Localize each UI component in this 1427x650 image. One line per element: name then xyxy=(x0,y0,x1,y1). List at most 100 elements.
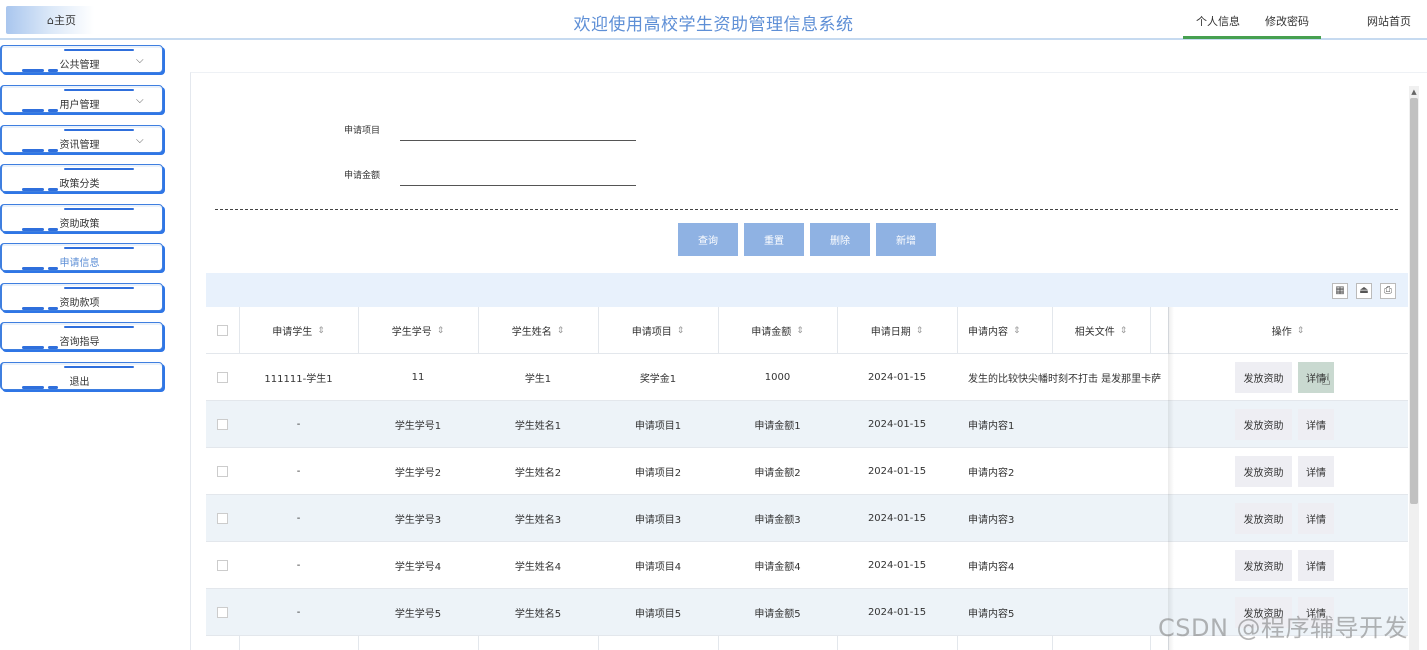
grant-aid-button[interactable]: 发放资助 xyxy=(1235,503,1292,534)
sidebar-item-consulting[interactable]: 咨询指导 xyxy=(0,322,163,350)
grant-aid-button[interactable]: 发放资助 xyxy=(1235,597,1292,628)
header-label: 学生姓名 xyxy=(511,327,552,338)
grant-aid-button[interactable]: 发放资助 xyxy=(1235,456,1292,487)
row-checkbox-cell xyxy=(206,589,239,636)
cell-col-date: 2024-01-15 xyxy=(867,419,927,430)
table-row[interactable]: - 学生学号2 学生姓名2 申请项目2 申请金额2 2024-01-15 申请内容2 发放资助… xyxy=(206,448,1408,495)
header-col-content[interactable]: 申请内容 ⇕ xyxy=(957,307,1052,354)
home-link[interactable]: ⌂主页 xyxy=(47,12,76,28)
menu-decoration xyxy=(64,208,134,210)
sort-icon[interactable]: ⇕ xyxy=(1297,326,1305,336)
table-row[interactable]: - 学生学号4 学生姓名4 申请项目4 申请金额4 2024-01-15 申请内容4 发放资助… xyxy=(206,542,1408,589)
row-checkbox[interactable] xyxy=(217,372,228,383)
sidebar-item-label: 资助政策 xyxy=(59,219,100,230)
detail-button[interactable]: 详情 xyxy=(1298,597,1334,628)
sidebar-item-aid-policy[interactable]: 资助政策 xyxy=(0,204,163,232)
sidebar-item-label: 公共管理 xyxy=(59,60,100,71)
header-col-student[interactable]: 申请学生 ⇕ xyxy=(239,307,358,354)
add-button[interactable]: 新增 xyxy=(876,223,936,256)
sort-icon[interactable]: ⇕ xyxy=(1120,326,1128,336)
row-checkbox-cell xyxy=(206,542,239,589)
sidebar-item-users[interactable]: 用户管理 ⌵ xyxy=(0,85,163,113)
cell-col-amount: 申请金额2 xyxy=(754,468,801,479)
top-nav-underline xyxy=(1183,36,1321,39)
apply-project-input[interactable] xyxy=(400,121,636,141)
apply-amount-label: 申请金额 xyxy=(344,171,381,181)
cell-col-date: 2024-01-15 xyxy=(867,466,927,477)
row-checkbox[interactable] xyxy=(217,607,228,618)
header-col-date[interactable]: 申请日期 ⇕ xyxy=(837,307,957,354)
table-row[interactable]: - 学生学号3 学生姓名3 申请项目3 申请金额3 2024-01-15 申请内容3 发放资助… xyxy=(206,495,1408,542)
cell-col-student-name: 学生1 xyxy=(524,374,552,385)
export-icon[interactable]: ⏏ xyxy=(1356,283,1372,299)
table-row[interactable]: - 学生学号1 学生姓名1 申请项目1 申请金额1 2024-01-15 申请内容1 发放资助… xyxy=(206,401,1408,448)
detail-button[interactable]: 详情 xyxy=(1298,409,1334,440)
menu-decoration xyxy=(64,287,134,289)
table-row[interactable]: - 学生学号5 学生姓名5 申请项目5 申请金额5 2024-01-15 申请内容5 发放资助… xyxy=(206,589,1408,636)
grant-aid-button[interactable]: 发放资助 xyxy=(1235,550,1292,581)
detail-button[interactable]: 详情 xyxy=(1298,456,1334,487)
header-col-amount[interactable]: 申请金额 ⇕ xyxy=(718,307,837,354)
cell-col-student-name: 学生姓名1 xyxy=(514,421,562,432)
row-checkbox[interactable] xyxy=(217,560,228,571)
cell-col-date: 2024-01-15 xyxy=(867,372,927,383)
sort-icon[interactable]: ⇕ xyxy=(1013,326,1021,336)
table-header: 申请学生 ⇕ 学生学号 ⇕ 学生姓名 ⇕ 申请项目 ⇕ 申请金额 ⇕ 申请日期 ⇕ 申请内容 ⇕ 相关文件 ⇕… xyxy=(206,307,1408,354)
chevron-down-icon: ⌵ xyxy=(136,95,144,106)
cell-col-student: - xyxy=(296,419,301,430)
profile-link[interactable]: 个人信息 xyxy=(1196,13,1240,29)
sort-icon[interactable]: ⇕ xyxy=(437,326,445,336)
menu-decoration xyxy=(64,89,134,91)
header-col-actions[interactable]: 操作 ⇕ xyxy=(1168,307,1408,354)
sort-icon[interactable]: ⇕ xyxy=(916,326,924,336)
columns-icon[interactable]: ▦ xyxy=(1332,283,1348,299)
header-col-student-no[interactable]: 学生学号 ⇕ xyxy=(358,307,478,354)
detail-button[interactable]: 详情 xyxy=(1298,550,1334,581)
header-col-student-name[interactable]: 学生姓名 ⇕ xyxy=(478,307,598,354)
scrollbar-thumb[interactable] xyxy=(1410,98,1418,504)
detail-button[interactable]: 详情 xyxy=(1298,503,1334,534)
sort-icon[interactable]: ⇕ xyxy=(557,326,565,336)
grant-aid-button[interactable]: 发放资助 xyxy=(1235,362,1292,393)
menu-decoration xyxy=(64,49,134,51)
sidebar-item-public[interactable]: 公共管理 ⌵ xyxy=(0,45,163,73)
cell-col-student-name: 学生姓名3 xyxy=(514,515,562,526)
select-all-checkbox[interactable] xyxy=(217,325,228,336)
header-label: 申请日期 xyxy=(870,327,911,338)
row-checkbox[interactable] xyxy=(217,513,228,524)
apply-amount-input[interactable] xyxy=(400,166,636,186)
apply-project-label: 申请项目 xyxy=(344,126,381,136)
reset-button[interactable]: 重置 xyxy=(744,223,804,256)
sidebar-item-logout[interactable]: 退出 xyxy=(0,362,163,390)
header-label: 操作 xyxy=(1271,327,1292,338)
header-col-project[interactable]: 申请项目 ⇕ xyxy=(598,307,718,354)
scroll-up-icon[interactable]: ▲ xyxy=(1409,88,1419,96)
sidebar-item-application[interactable]: 申请信息 xyxy=(0,243,163,271)
sidebar-item-label: 资助款项 xyxy=(59,298,100,309)
header-col-files[interactable]: 相关文件 ⇕ xyxy=(1052,307,1150,354)
cell-col-student-no: 学生学号3 xyxy=(394,515,442,526)
sort-icon[interactable]: ⇕ xyxy=(796,326,804,336)
sidebar-item-news[interactable]: 资讯管理 ⌵ xyxy=(0,125,163,153)
sidebar-item-policy-category[interactable]: 政策分类 xyxy=(0,164,163,192)
header-label: 申请学生 xyxy=(272,327,313,338)
sort-icon[interactable]: ⇕ xyxy=(677,326,685,336)
cell-col-project: 申请项目5 xyxy=(634,609,682,620)
cell-col-project: 申请项目3 xyxy=(634,515,682,526)
change-password-link[interactable]: 修改密码 xyxy=(1265,13,1309,29)
delete-button[interactable]: 删除 xyxy=(810,223,870,256)
query-button[interactable]: 查询 xyxy=(678,223,738,256)
divider xyxy=(215,209,1398,210)
table-row[interactable]: 111111-学生1 11 学生1 奖学金1 1000 2024-01-15 发生的比较快尖… xyxy=(206,354,1408,401)
print-icon[interactable]: ⎙ xyxy=(1380,283,1396,299)
cell-col-student: 111111-学生1 xyxy=(264,374,333,385)
sort-icon[interactable]: ⇕ xyxy=(317,326,325,336)
row-checkbox[interactable] xyxy=(217,419,228,430)
cell-col-content: 发生的比较快尖幡时刻不打击 是发那里卡萨 xyxy=(968,374,1162,385)
row-checkbox[interactable] xyxy=(217,466,228,477)
header-label: 学生学号 xyxy=(391,327,432,338)
sidebar-item-aid-funds[interactable]: 资助款项 xyxy=(0,283,163,311)
cell-col-amount: 申请金额4 xyxy=(754,562,801,573)
site-home-link[interactable]: 网站首页 xyxy=(1367,13,1411,29)
grant-aid-button[interactable]: 发放资助 xyxy=(1235,409,1292,440)
